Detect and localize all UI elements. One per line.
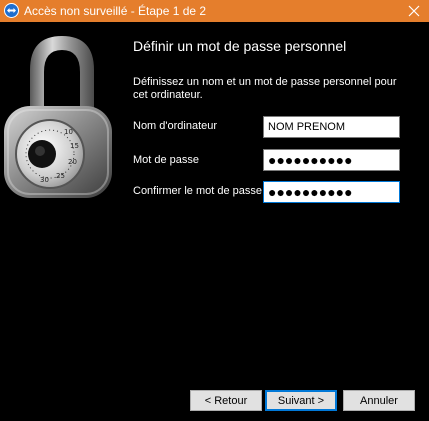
svg-text:25: 25 — [56, 172, 65, 180]
password-label: Mot de passe — [133, 154, 200, 166]
page-description: Définissez un nom et un mot de passe per… — [133, 76, 397, 101]
close-button[interactable] — [399, 0, 429, 22]
teamviewer-icon — [4, 3, 19, 18]
cancel-button[interactable]: Annuler — [343, 390, 415, 411]
password-field[interactable] — [263, 149, 400, 171]
close-icon — [408, 5, 420, 17]
unattended-access-dialog: Accès non surveillé - Étape 1 de 2 15 20… — [0, 0, 429, 421]
svg-text:30: 30 — [40, 176, 49, 184]
padlock-illustration: 15 20 25 30 10 — [0, 30, 124, 205]
svg-text:20: 20 — [68, 158, 77, 166]
svg-text:10: 10 — [64, 128, 73, 136]
computer-name-label: Nom d'ordinateur — [133, 120, 218, 132]
page-title: Définir un mot de passe personnel — [133, 38, 347, 54]
computer-name-field[interactable] — [263, 116, 400, 138]
back-button[interactable]: < Retour — [190, 390, 262, 411]
window-title: Accès non surveillé - Étape 1 de 2 — [24, 4, 207, 18]
svg-text:15: 15 — [70, 142, 79, 150]
title-bar: Accès non surveillé - Étape 1 de 2 — [0, 0, 429, 22]
next-button[interactable]: Suivant > — [265, 390, 337, 411]
confirm-password-label: Confirmer le mot de passe — [133, 185, 262, 197]
confirm-password-field[interactable] — [263, 181, 400, 203]
